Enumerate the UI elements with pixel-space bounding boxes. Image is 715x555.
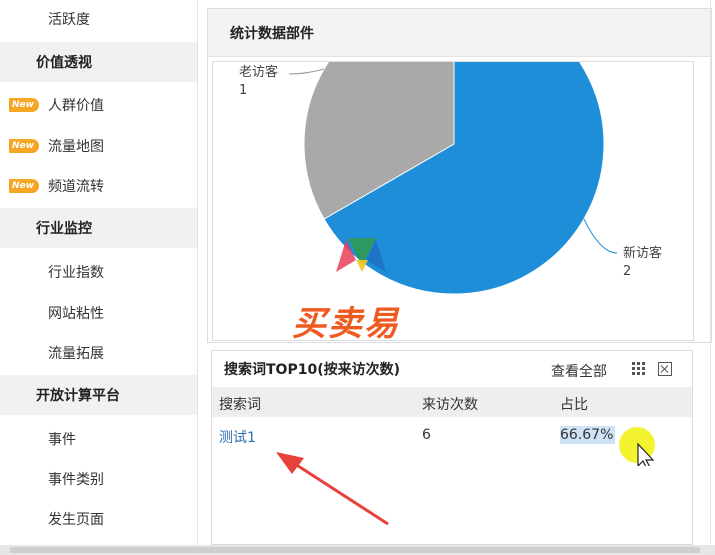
sidebar-item-label: 流量地图 <box>48 139 104 155</box>
view-all-link[interactable]: 查看全部 <box>551 361 607 381</box>
new-badge: New <box>9 98 39 112</box>
grid-icon[interactable] <box>632 362 646 376</box>
pie-chart-frame: 新访客 2 老访客 1 <box>212 61 694 341</box>
sidebar-item-event-categories[interactable]: 事件类别 <box>0 459 197 499</box>
sidebar-item-crowd-value[interactable]: New 人群价值 <box>0 85 197 125</box>
sidebar: 活跃度 价值透视 New 人群价值 New 流量地图 New 频道流转 行业监控… <box>0 0 197 545</box>
sidebar-item-traffic-expansion[interactable]: 流量拓展 <box>0 333 197 373</box>
sidebar-group-industry-monitor[interactable]: 行业监控 <box>0 208 197 248</box>
pie-chart: 新访客 2 老访客 1 <box>239 62 662 295</box>
table-header: 搜索词 来访次数 占比 <box>212 387 692 417</box>
annotation-arrow-icon <box>276 452 389 526</box>
column-header-term[interactable]: 搜索词 <box>219 394 261 414</box>
stats-widget-title: 统计数据部件 <box>208 9 711 57</box>
sidebar-item-activity[interactable]: 活跃度 <box>0 0 197 38</box>
horizontal-scrollbar-thumb[interactable] <box>10 547 700 553</box>
sidebar-item-label: 人群价值 <box>48 98 104 114</box>
sidebar-item-occurrence-pages[interactable]: 发生页面 <box>0 499 197 539</box>
stats-widget: 统计数据部件 新访客 2 老访客 1 <box>207 8 712 343</box>
sidebar-item-label: 频道流转 <box>48 179 104 195</box>
sidebar-item-label: 发生页面 <box>48 512 104 528</box>
sidebar-item-channel-flow[interactable]: New 频道流转 <box>0 166 197 206</box>
sidebar-item-traffic-map[interactable]: New 流量地图 <box>0 126 197 166</box>
visit-count: 6 <box>422 427 431 443</box>
mouse-cursor-icon <box>619 427 655 466</box>
adjacent-panel-edge <box>711 55 714 343</box>
share-value-text: 66.67% <box>560 426 616 444</box>
pie-slice-label: 老访客 <box>239 64 278 80</box>
sidebar-group-label: 行业监控 <box>36 221 92 237</box>
sidebar-item-events[interactable]: 事件 <box>0 419 197 459</box>
close-icon[interactable] <box>658 362 672 376</box>
sidebar-item-label: 网站粘性 <box>48 306 104 322</box>
watermark-logo-icon <box>336 238 386 272</box>
sidebar-group-value-insight[interactable]: 价值透视 <box>0 42 197 82</box>
column-header-share[interactable]: 占比 <box>560 394 588 414</box>
pie-slice-label: 新访客 <box>623 245 662 261</box>
watermark-text: 买卖易 <box>292 304 400 344</box>
pie-slice-value: 1 <box>239 83 247 98</box>
search-term-link[interactable]: 测试1 <box>219 427 256 447</box>
new-badge: New <box>9 139 39 153</box>
sidebar-item-label: 事件 <box>48 432 76 448</box>
sidebar-item-industry-index[interactable]: 行业指数 <box>0 252 197 292</box>
new-badge: New <box>9 179 39 193</box>
share-value: 66.67% <box>560 426 616 444</box>
pie-leader-line <box>288 68 325 75</box>
column-header-visits[interactable]: 来访次数 <box>422 394 478 414</box>
sidebar-item-label: 活跃度 <box>48 12 90 28</box>
sidebar-item-label: 行业指数 <box>48 265 104 281</box>
search-terms-title: 搜索词TOP10(按来访次数) <box>224 362 400 378</box>
sidebar-group-open-compute[interactable]: 开放计算平台 <box>0 375 197 415</box>
sidebar-group-label: 价值透视 <box>36 55 92 71</box>
vertical-scroll-track <box>710 0 711 545</box>
pie-slice-value: 2 <box>623 264 631 279</box>
sidebar-group-label: 开放计算平台 <box>36 388 120 404</box>
sidebar-item-site-stickiness[interactable]: 网站粘性 <box>0 293 197 333</box>
pie-leader-line <box>583 218 618 254</box>
sidebar-item-label: 事件类别 <box>48 472 104 488</box>
sidebar-item-label: 流量拓展 <box>48 346 104 362</box>
horizontal-scrollbar[interactable] <box>0 545 715 555</box>
